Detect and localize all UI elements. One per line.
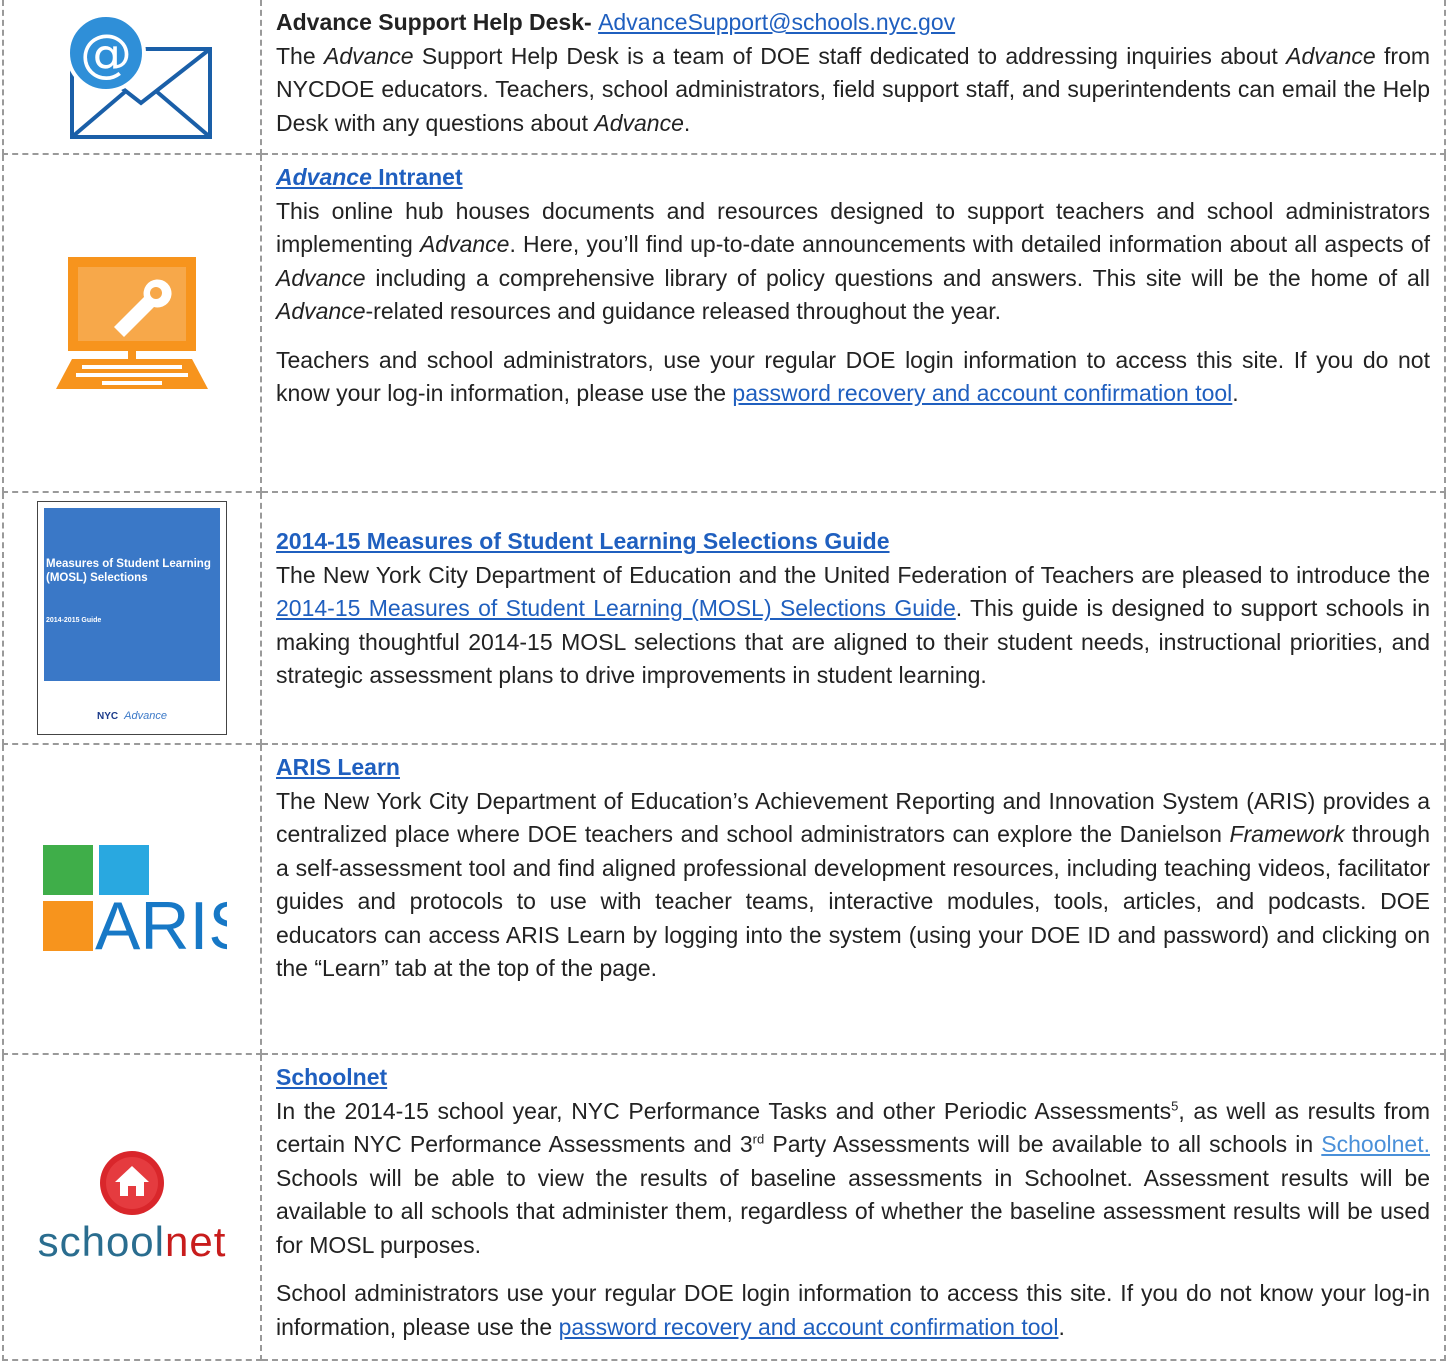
mosl-guide-title-link[interactable]: 2014-15 Measures of Student Learning Sel…: [276, 528, 890, 554]
mosl-guide-description: The New York City Department of Educatio…: [276, 561, 1430, 689]
cover-logos: NYC Advance: [97, 710, 167, 722]
cover-title: Measures of Student Learning (MOSL) Sele…: [46, 558, 211, 584]
schoolnet-login-note: School administrators use your regular D…: [276, 1280, 1430, 1340]
password-recovery-link[interactable]: password recovery and account confirmati…: [559, 1314, 1059, 1340]
icon-cell: @: [2, 0, 262, 155]
aris-learn-text: ARIS Learn The New York City Department …: [260, 743, 1446, 1055]
computer-wrench-icon: [4, 155, 260, 491]
aris-logo: ARIS: [4, 745, 260, 1053]
icon-cell: schoolnet: [2, 1053, 262, 1361]
intranet-description: This online hub houses documents and res…: [276, 197, 1430, 325]
aris-learn-description: The New York City Department of Educatio…: [276, 787, 1430, 982]
help-desk-title: Advance Support Help Desk-: [276, 9, 599, 35]
resource-row-help-desk: @ Advance Support Help Desk- AdvanceSupp…: [2, 0, 1446, 155]
password-recovery-link[interactable]: password recovery and account confirmati…: [732, 380, 1232, 406]
svg-text:@: @: [80, 24, 132, 84]
mosl-guide-cover[interactable]: Measures of Student Learning (MOSL) Sele…: [37, 501, 227, 735]
help-desk-text: Advance Support Help Desk- AdvanceSuppor…: [260, 0, 1446, 155]
cover-subtitle: 2014-2015 Guide: [46, 617, 102, 624]
schoolnet-text: Schoolnet In the 2014-15 school year, NY…: [260, 1053, 1446, 1361]
resource-row-mosl-guide: Measures of Student Learning (MOSL) Sele…: [2, 491, 1446, 745]
resource-row-intranet: Advance Intranet This online hub houses …: [2, 153, 1446, 493]
schoolnet-logo: schoolnet: [4, 1055, 260, 1359]
mosl-guide-inline-link[interactable]: 2014-15 Measures of Student Learning (MO…: [276, 595, 956, 621]
schoolnet-inline-link[interactable]: Schoolnet.: [1321, 1131, 1430, 1157]
resource-row-schoolnet: schoolnet Schoolnet In the 2014-15 schoo…: [2, 1053, 1446, 1361]
intranet-text: Advance Intranet This online hub houses …: [260, 153, 1446, 493]
resources-table: @ Advance Support Help Desk- AdvanceSupp…: [2, 0, 1446, 1361]
schoolnet-description: In the 2014-15 school year, NYC Performa…: [276, 1097, 1430, 1258]
home-icon: [100, 1151, 164, 1215]
mosl-guide-text: 2014-15 Measures of Student Learning Sel…: [260, 491, 1446, 745]
email-at-icon: @: [4, 0, 260, 153]
aris-learn-title-link[interactable]: ARIS Learn: [276, 754, 400, 780]
intranet-title-link[interactable]: Advance Intranet: [276, 164, 463, 190]
resource-row-aris-learn: ARIS ARIS Learn The New York City Depart…: [2, 743, 1446, 1055]
icon-cell: ARIS: [2, 743, 262, 1055]
schoolnet-logo-text: schoolnet: [37, 1218, 227, 1265]
help-desk-email-link[interactable]: AdvanceSupport@schools.nyc.gov: [598, 9, 955, 35]
intranet-login-note: Teachers and school administrators, use …: [276, 346, 1430, 407]
schoolnet-title-link[interactable]: Schoolnet: [276, 1064, 387, 1090]
help-desk-description: The Advance Support Help Desk is a team …: [276, 42, 1431, 136]
icon-cell: Measures of Student Learning (MOSL) Sele…: [2, 491, 262, 745]
icon-cell: [2, 153, 262, 493]
aris-logo-text: ARIS: [95, 888, 227, 959]
